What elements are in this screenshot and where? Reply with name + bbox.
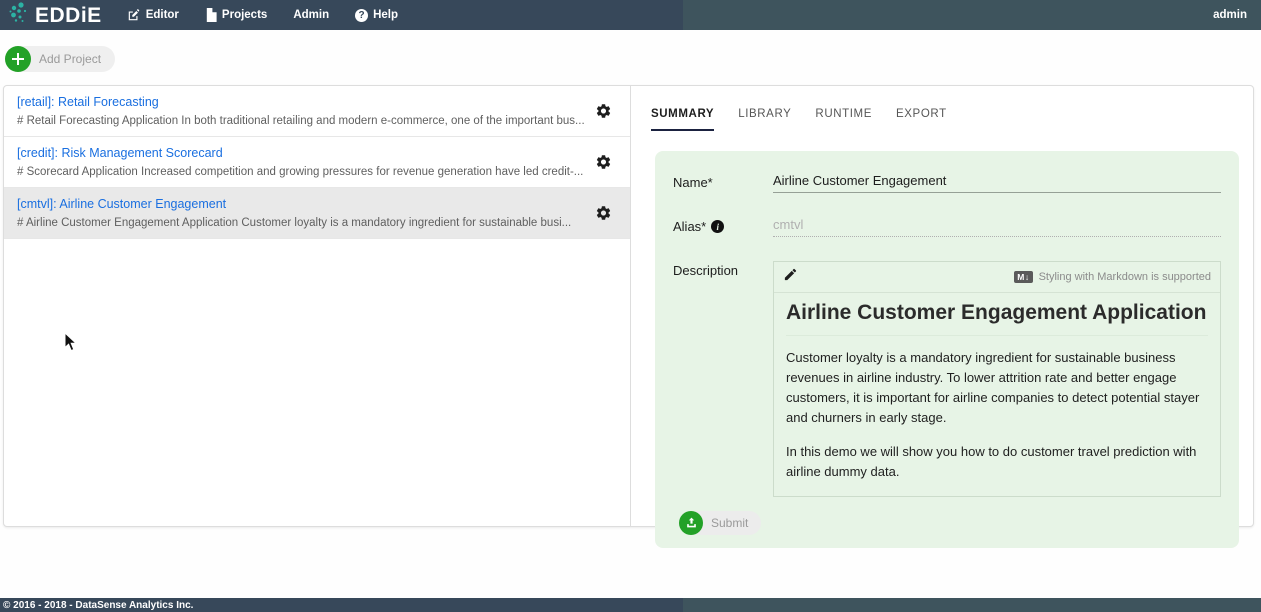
project-description: # Airline Customer Engagement Applicatio… xyxy=(17,217,590,229)
markdown-hint: M↓ Styling with Markdown is supported xyxy=(1014,271,1211,283)
alias-label: Alias* i xyxy=(673,217,773,237)
detail-tabs: SUMMARY LIBRARY RUNTIME EXPORT xyxy=(631,108,1253,131)
project-settings-gear-icon[interactable] xyxy=(595,154,612,171)
main-card: [retail]: Retail Forecasting # Retail Fo… xyxy=(3,85,1254,527)
project-link[interactable]: [cmtvl]: Airline Customer Engagement xyxy=(17,197,590,211)
description-row: Description M↓ Styling with Markdown is … xyxy=(673,261,1221,497)
nav-item-label: Admin xyxy=(293,9,329,21)
markdown-editor[interactable]: M↓ Styling with Markdown is supported Ai… xyxy=(773,261,1221,497)
detail-panel: SUMMARY LIBRARY RUNTIME EXPORT Name* Ali… xyxy=(631,86,1253,526)
nav-menu: Editor Projects Admin ? Help xyxy=(116,0,409,30)
project-link[interactable]: [credit]: Risk Management Scorecard xyxy=(17,146,590,160)
brand-text: EDDiE xyxy=(35,5,102,26)
markdown-badge-icon: M↓ xyxy=(1014,271,1032,283)
project-row-credit[interactable]: [credit]: Risk Management Scorecard # Sc… xyxy=(4,137,630,188)
alias-field[interactable] xyxy=(773,217,1221,237)
help-icon: ? xyxy=(355,9,368,22)
project-row-retail[interactable]: [retail]: Retail Forecasting # Retail Fo… xyxy=(4,86,630,137)
info-icon[interactable]: i xyxy=(711,220,724,233)
description-paragraph: In this demo we will show you how to do … xyxy=(786,442,1208,482)
description-heading: Airline Customer Engagement Application xyxy=(786,301,1208,336)
description-paragraph: Customer loyalty is a mandatory ingredie… xyxy=(786,348,1208,429)
markdown-toolbar: M↓ Styling with Markdown is supported xyxy=(774,262,1220,293)
project-link[interactable]: [retail]: Retail Forecasting xyxy=(17,95,590,109)
project-settings-gear-icon[interactable] xyxy=(595,103,612,120)
editor-compose-icon xyxy=(127,8,141,22)
project-settings-gear-icon[interactable] xyxy=(595,205,612,222)
tab-summary[interactable]: SUMMARY xyxy=(651,108,714,131)
nav-item-label: Projects xyxy=(222,9,267,21)
nav-item-label: Help xyxy=(373,9,398,21)
summary-form: Name* Alias* i Description xyxy=(655,151,1239,548)
add-project-button[interactable]: Add Project xyxy=(5,46,115,72)
project-list: [retail]: Retail Forecasting # Retail Fo… xyxy=(4,86,631,526)
add-project-label: Add Project xyxy=(39,52,101,66)
project-description: # Scorecard Application Increased compet… xyxy=(17,166,590,178)
name-row: Name* xyxy=(673,173,1221,193)
tab-library[interactable]: LIBRARY xyxy=(738,108,791,131)
name-field[interactable] xyxy=(773,173,1221,193)
file-icon xyxy=(205,8,217,22)
brand[interactable]: EDDiE xyxy=(0,2,116,29)
upload-icon xyxy=(679,511,703,535)
nav-item-editor[interactable]: Editor xyxy=(116,0,190,30)
description-preview[interactable]: Airline Customer Engagement Application … xyxy=(774,293,1220,496)
description-label: Description xyxy=(673,261,773,497)
name-label: Name* xyxy=(673,173,773,193)
eddie-logo-icon xyxy=(8,2,28,29)
navbar: EDDiE Editor Projects Admin ? Help xyxy=(0,0,1261,30)
submit-button[interactable]: Submit xyxy=(679,511,761,535)
nav-item-help[interactable]: ? Help xyxy=(344,0,409,30)
submit-label: Submit xyxy=(711,516,748,530)
footer: © 2016 - 2018 - DataSense Analytics Inc. xyxy=(0,598,1261,612)
nav-item-admin[interactable]: Admin xyxy=(282,0,340,30)
nav-item-projects[interactable]: Projects xyxy=(194,0,278,30)
tab-runtime[interactable]: RUNTIME xyxy=(815,108,872,131)
project-row-cmtvl[interactable]: [cmtvl]: Airline Customer Engagement # A… xyxy=(4,188,630,239)
project-description: # Retail Forecasting Application In both… xyxy=(17,115,590,127)
nav-item-label: Editor xyxy=(146,9,179,21)
plus-icon xyxy=(5,46,31,72)
alias-row: Alias* i xyxy=(673,217,1221,237)
nav-user-menu[interactable]: admin xyxy=(1213,0,1247,30)
copyright-text: © 2016 - 2018 - DataSense Analytics Inc. xyxy=(3,600,193,611)
tab-export[interactable]: EXPORT xyxy=(896,108,947,131)
edit-pencil-icon[interactable] xyxy=(783,267,798,287)
